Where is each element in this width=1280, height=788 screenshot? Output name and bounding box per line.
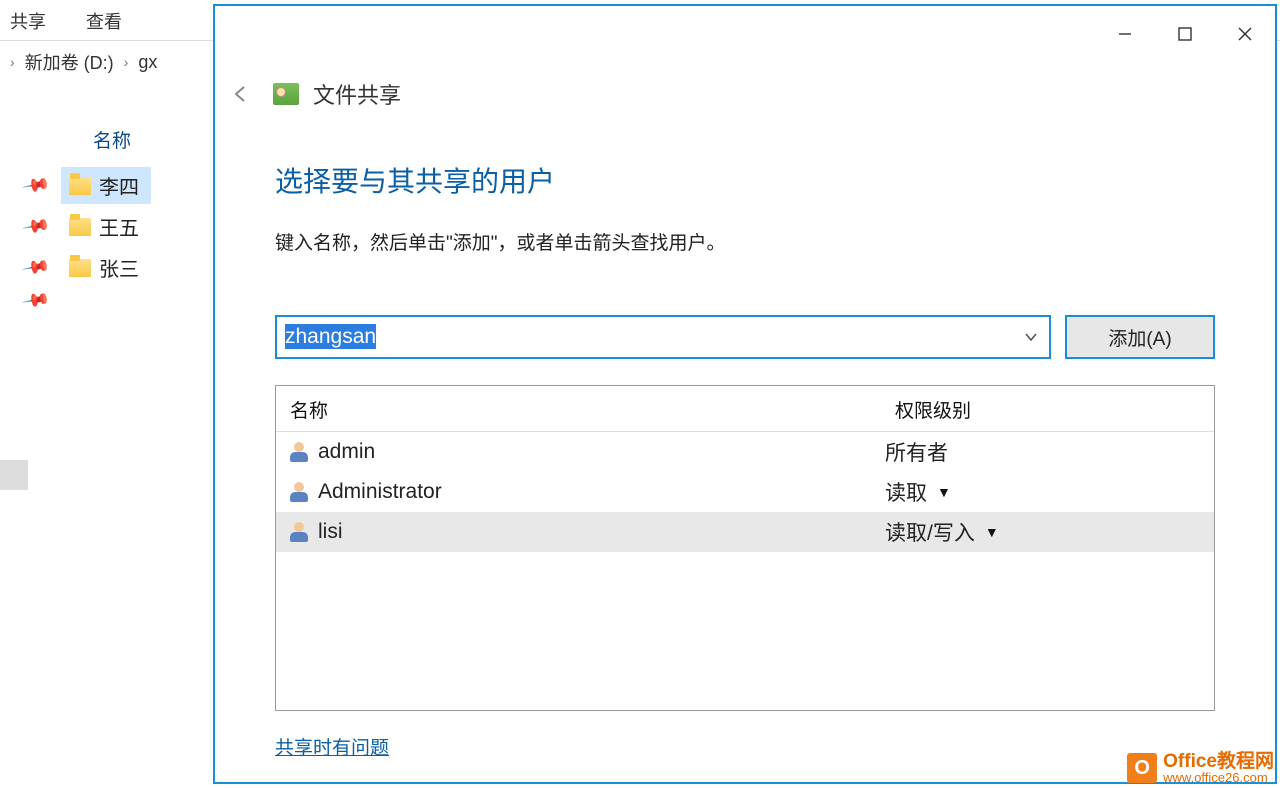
table-row[interactable]: lisi 读取/写入 ▼ (276, 512, 1214, 552)
column-permission[interactable]: 权限级别 (895, 396, 1200, 423)
chevron-down-icon[interactable] (1013, 317, 1049, 357)
folder-label: 王五 (99, 212, 139, 241)
table-row[interactable]: admin 所有者 (276, 432, 1214, 472)
help-link[interactable]: 共享时有问题 (275, 733, 389, 760)
user-icon (290, 482, 308, 502)
titlebar (215, 6, 1275, 62)
folder-label: 张三 (99, 253, 139, 282)
folder-icon (69, 218, 91, 236)
column-header-name[interactable]: 名称 (93, 126, 205, 153)
permission-dropdown[interactable]: 读取/写入 ▼ (885, 517, 999, 547)
user-name: Administrator (318, 480, 442, 504)
folder-item[interactable]: 张三 (61, 249, 151, 286)
pin-icon: 📌 (21, 171, 51, 201)
user-name: lisi (318, 520, 343, 544)
watermark-icon: O (1127, 753, 1157, 783)
chevron-right-icon: › (10, 54, 15, 70)
pin-icon: 📌 (21, 253, 51, 283)
breadcrumb-folder[interactable]: gx (138, 52, 157, 73)
chevron-down-icon: ▼ (985, 524, 999, 540)
selection-indicator (0, 460, 28, 490)
permission-cell: 所有者 (885, 437, 948, 467)
user-permission-table: 名称 权限级别 admin 所有者 Administrator 读取 (275, 385, 1215, 711)
dialog-header: 文件共享 (215, 62, 1275, 112)
maximize-button[interactable] (1155, 12, 1215, 56)
table-row[interactable]: Administrator 读取 ▼ (276, 472, 1214, 512)
folder-item[interactable]: 李四 (61, 167, 151, 204)
watermark-brand: Office教程网 (1163, 752, 1274, 771)
user-input[interactable]: zhangsan (277, 325, 1013, 349)
explorer-file-list: 名称 📌 李四 📌 王五 📌 张三 📌 (25, 120, 205, 315)
folder-icon (69, 259, 91, 277)
folder-icon (69, 177, 91, 195)
dialog-heading: 选择要与其共享的用户 (275, 160, 1215, 200)
table-header: 名称 权限级别 (276, 386, 1214, 432)
watermark: O Office教程网 www.office26.com (1127, 752, 1274, 784)
back-button[interactable] (223, 76, 259, 112)
column-name[interactable]: 名称 (290, 396, 895, 423)
breadcrumb-drive[interactable]: 新加卷 (D:) (25, 49, 114, 75)
folder-item[interactable]: 王五 (61, 208, 151, 245)
file-sharing-dialog: 文件共享 选择要与其共享的用户 键入名称，然后单击"添加"，或者单击箭头查找用户… (213, 4, 1277, 784)
user-combobox[interactable]: zhangsan (275, 315, 1051, 359)
file-sharing-icon (273, 83, 299, 105)
tab-view[interactable]: 查看 (86, 8, 122, 34)
dialog-instruction: 键入名称，然后单击"添加"，或者单击箭头查找用户。 (275, 228, 1215, 255)
watermark-url: www.office26.com (1163, 771, 1274, 784)
minimize-button[interactable] (1095, 12, 1155, 56)
pin-icon: 📌 (21, 286, 51, 316)
pin-icon: 📌 (21, 212, 51, 242)
add-button[interactable]: 添加(A) (1065, 315, 1215, 359)
user-icon (290, 442, 308, 462)
user-name: admin (318, 440, 375, 464)
chevron-right-icon: › (124, 54, 129, 70)
chevron-down-icon: ▼ (937, 484, 951, 500)
dialog-title: 文件共享 (313, 78, 401, 110)
folder-label: 李四 (99, 171, 139, 200)
close-button[interactable] (1215, 12, 1275, 56)
tab-share[interactable]: 共享 (10, 8, 46, 34)
permission-dropdown[interactable]: 读取 ▼ (885, 477, 951, 507)
user-icon (290, 522, 308, 542)
